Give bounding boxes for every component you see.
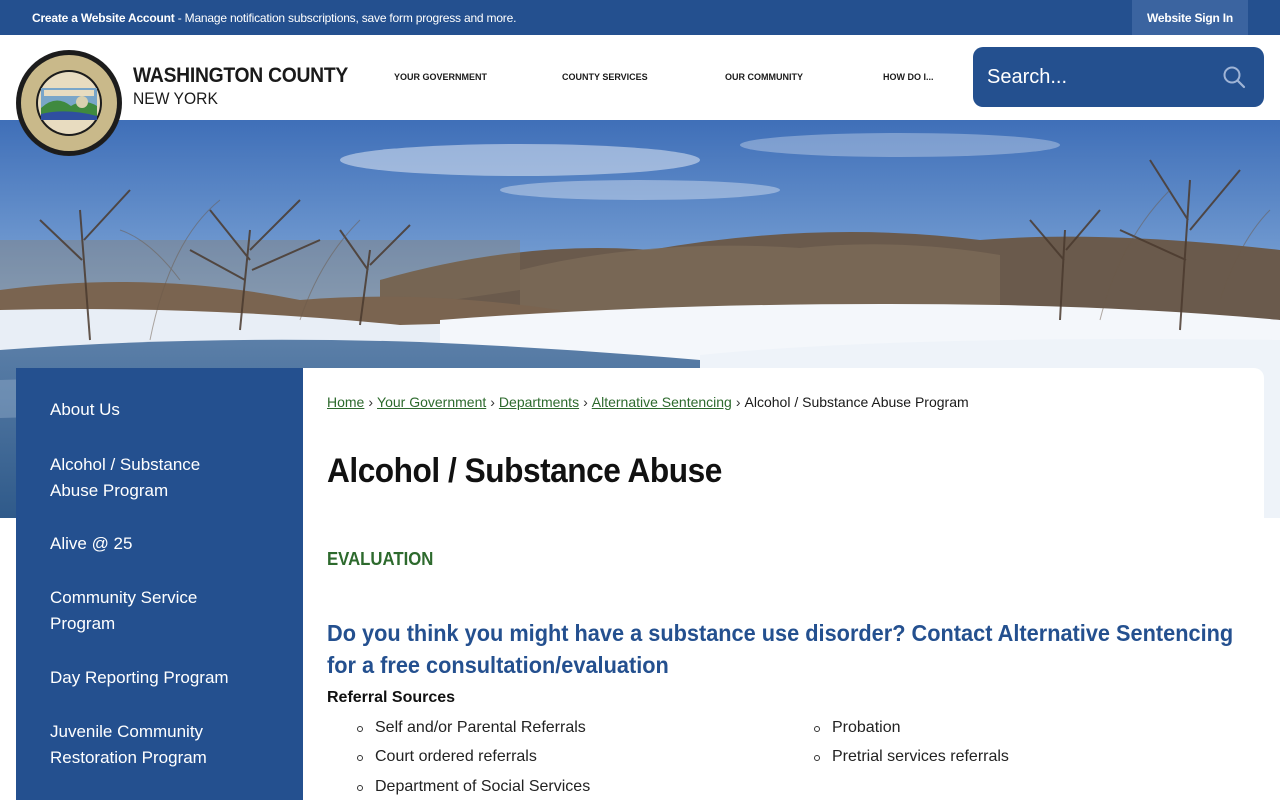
create-account-message[interactable]: Create a Website Account - Manage notifi… bbox=[32, 11, 516, 25]
sidebar-item-alive-at-25[interactable]: Alive @ 25 bbox=[50, 531, 250, 557]
breadcrumb-current: Alcohol / Substance Abuse Program bbox=[744, 394, 969, 410]
create-account-link[interactable]: Create a Website Account bbox=[32, 11, 175, 25]
nav-county-services[interactable]: COUNTY SERVICES bbox=[562, 72, 648, 82]
notification-bar: Create a Website Account - Manage notifi… bbox=[0, 0, 1280, 35]
list-item: Court ordered referrals bbox=[375, 748, 537, 765]
county-seal-logo[interactable] bbox=[16, 50, 122, 156]
list-item: Probation bbox=[832, 719, 901, 736]
list-bullet bbox=[357, 755, 363, 761]
breadcrumb-separator: › bbox=[735, 394, 741, 410]
county-state[interactable]: NEW YORK bbox=[133, 89, 218, 109]
list-bullet bbox=[357, 726, 363, 732]
breadcrumb-separator: › bbox=[583, 394, 588, 410]
breadcrumb-your-government[interactable]: Your Government bbox=[377, 394, 486, 410]
page-title: Alcohol / Substance Abuse bbox=[327, 452, 722, 490]
list-bullet bbox=[814, 726, 820, 732]
sidebar-item-alcohol-substance-abuse[interactable]: Alcohol / Substance Abuse Program bbox=[50, 452, 220, 503]
nav-our-community[interactable]: OUR COMMUNITY bbox=[725, 72, 803, 82]
create-account-description: - Manage notification subscriptions, sav… bbox=[174, 11, 517, 25]
list-bullet bbox=[814, 755, 820, 761]
breadcrumb-separator: › bbox=[490, 394, 495, 410]
breadcrumb-alternative-sentencing[interactable]: Alternative Sentencing bbox=[592, 394, 732, 410]
breadcrumb-departments[interactable]: Departments bbox=[499, 394, 579, 410]
search-icon[interactable] bbox=[1222, 65, 1246, 89]
list-item: Self and/or Parental Referrals bbox=[375, 719, 586, 736]
sidebar-item-about-us[interactable]: About Us bbox=[50, 397, 250, 423]
breadcrumb: Home › Your Government › Departments › Alterna… bbox=[327, 394, 969, 410]
sidebar-item-community-service[interactable]: Community Service Program bbox=[50, 585, 220, 636]
section-heading-evaluation: EVALUATION bbox=[327, 549, 434, 569]
sidebar-item-day-reporting[interactable]: Day Reporting Program bbox=[50, 665, 250, 691]
sidebar-navigation: About Us Alcohol / Substance Abuse Progr… bbox=[16, 368, 303, 800]
breadcrumb-home[interactable]: Home bbox=[327, 394, 364, 410]
nav-how-do-i[interactable]: HOW DO I... bbox=[883, 72, 934, 82]
search-input[interactable] bbox=[987, 57, 1217, 97]
list-item: Pretrial services referrals bbox=[832, 748, 1009, 765]
referral-sources-heading: Referral Sources bbox=[327, 689, 456, 706]
breadcrumb-separator: › bbox=[368, 394, 374, 410]
sidebar-item-juvenile-community-restoration[interactable]: Juvenile Community Restoration Program bbox=[50, 719, 225, 770]
evaluation-question: Do you think you might have a substance … bbox=[327, 620, 1234, 678]
list-item: Department of Social Services bbox=[375, 778, 591, 795]
website-sign-in-button[interactable]: Website Sign In bbox=[1132, 0, 1248, 35]
county-name[interactable]: WASHINGTON COUNTY bbox=[133, 64, 348, 88]
search-box bbox=[973, 47, 1264, 107]
list-bullet bbox=[357, 785, 363, 791]
nav-your-government[interactable]: YOUR GOVERNMENT bbox=[394, 72, 487, 82]
